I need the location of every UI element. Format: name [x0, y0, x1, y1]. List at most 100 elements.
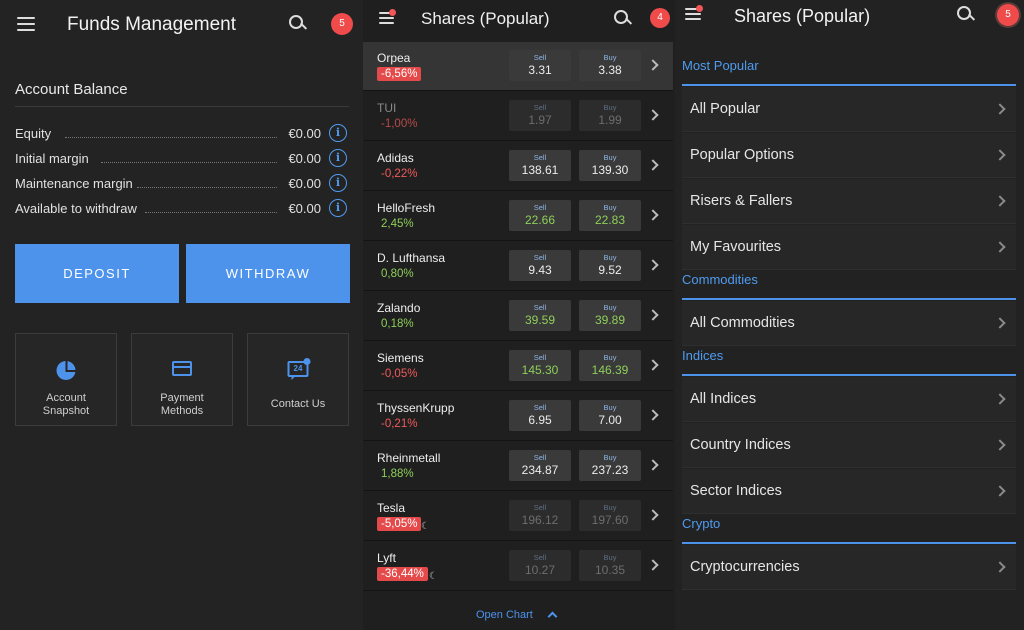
- buy-price: 10.35: [594, 563, 626, 577]
- sell-button[interactable]: Sell 9.43: [509, 250, 571, 281]
- sell-label: Sell: [533, 53, 547, 62]
- chevron-right-icon[interactable]: [647, 409, 659, 421]
- buy-button[interactable]: Buy 237.23: [579, 450, 641, 481]
- balance-row: Available to withdraw €0.00 i: [15, 199, 349, 219]
- deposit-button[interactable]: DEPOSIT: [15, 244, 179, 303]
- buy-button[interactable]: Buy 146.39: [579, 350, 641, 381]
- chevron-up-icon[interactable]: [547, 611, 558, 622]
- share-name: Orpea: [377, 51, 411, 65]
- buy-button[interactable]: Buy 139.30: [579, 150, 641, 181]
- share-row[interactable]: Lyft -36,44% Sell 10.27 Buy 10.35 ☾: [363, 542, 673, 591]
- buy-button[interactable]: Buy 22.83: [579, 200, 641, 231]
- share-row[interactable]: TUI -1,00% Sell 1.97 Buy 1.99: [363, 92, 673, 141]
- buy-price: 39.89: [594, 313, 626, 327]
- open-chart-link[interactable]: Open Chart: [476, 609, 533, 621]
- sell-button[interactable]: Sell 3.31: [509, 50, 571, 81]
- chevron-right-icon[interactable]: [647, 209, 659, 221]
- info-icon[interactable]: i: [329, 124, 347, 142]
- info-icon[interactable]: i: [329, 174, 347, 192]
- buy-label: Buy: [603, 53, 617, 62]
- buy-button[interactable]: Buy 7.00: [579, 400, 641, 431]
- shares-panel: Shares (Popular) 4 Orpea -6,56% Sell 3.31 Bu…: [363, 0, 675, 630]
- sell-button[interactable]: Sell 10.27: [509, 550, 571, 581]
- share-change: -36,44%: [377, 567, 428, 581]
- chevron-right-icon[interactable]: [647, 359, 659, 371]
- sell-button[interactable]: Sell 196.12: [509, 500, 571, 531]
- share-name: D. Lufthansa: [377, 251, 446, 265]
- menu-item[interactable]: Country Indices: [682, 423, 1016, 468]
- chevron-right-icon[interactable]: [647, 159, 659, 171]
- sell-button[interactable]: Sell 1.97: [509, 100, 571, 131]
- contact-us-card[interactable]: 24 Contact Us: [247, 333, 349, 426]
- share-row[interactable]: D. Lufthansa 0,80% Sell 9.43 Buy 9.52: [363, 242, 673, 291]
- menu-item[interactable]: Cryptocurrencies: [682, 545, 1016, 590]
- menu-item-label: Cryptocurrencies: [690, 559, 800, 575]
- share-row[interactable]: Siemens -0,05% Sell 145.30 Buy 146.39: [363, 342, 673, 391]
- share-row[interactable]: HelloFresh 2,45% Sell 22.66 Buy 22.83: [363, 192, 673, 241]
- sell-button[interactable]: Sell 138.61: [509, 150, 571, 181]
- sell-label: Sell: [533, 153, 547, 162]
- sell-label: Sell: [533, 203, 547, 212]
- share-row[interactable]: Zalando 0,18% Sell 39.59 Buy 39.89: [363, 292, 673, 341]
- menu-item[interactable]: All Commodities: [682, 301, 1016, 346]
- page-title: Shares (Popular): [734, 6, 871, 26]
- credit-card-icon: [172, 361, 192, 376]
- info-icon[interactable]: i: [329, 149, 347, 167]
- sell-button[interactable]: Sell 22.66: [509, 200, 571, 231]
- buy-button[interactable]: Buy 197.60: [579, 500, 641, 531]
- share-change: 0,80%: [381, 268, 414, 280]
- menu-item[interactable]: Risers & Fallers: [682, 179, 1016, 224]
- notification-badge[interactable]: 5: [331, 13, 353, 35]
- buy-button[interactable]: Buy 10.35: [579, 550, 641, 581]
- buy-button[interactable]: Buy 9.52: [579, 250, 641, 281]
- sell-price: 1.97: [528, 113, 552, 127]
- withdraw-button[interactable]: WITHDRAW: [186, 244, 350, 303]
- notification-badge[interactable]: 4: [650, 8, 670, 28]
- buy-button[interactable]: Buy 1.99: [579, 100, 641, 131]
- sell-button[interactable]: Sell 234.87: [509, 450, 571, 481]
- share-row[interactable]: Rheinmetall 1,88% Sell 234.87 Buy 237.23: [363, 442, 673, 491]
- moon-icon: ☾: [421, 521, 430, 532]
- sell-button[interactable]: Sell 6.95: [509, 400, 571, 431]
- buy-button[interactable]: Buy 39.89: [579, 300, 641, 331]
- share-row[interactable]: Adidas -0,22% Sell 138.61 Buy 139.30: [363, 142, 673, 191]
- chevron-right-icon[interactable]: [647, 109, 659, 121]
- page-title: Shares (Popular): [421, 9, 550, 28]
- search-icon[interactable]: [614, 10, 632, 28]
- chevron-right-icon[interactable]: [647, 259, 659, 271]
- buy-price: 197.60: [591, 513, 629, 527]
- sell-label: Sell: [533, 503, 547, 512]
- balance-row: Maintenance margin €0.00 i: [15, 174, 349, 194]
- search-icon[interactable]: [957, 6, 975, 24]
- share-change: 2,45%: [381, 218, 414, 230]
- menu-item[interactable]: Sector Indices: [682, 469, 1016, 514]
- menu-item[interactable]: All Popular: [682, 87, 1016, 132]
- share-row[interactable]: Tesla -5,05% Sell 196.12 Buy 197.60 ☾: [363, 492, 673, 541]
- search-icon[interactable]: [289, 15, 307, 33]
- chevron-right-icon[interactable]: [647, 559, 659, 571]
- divider: [15, 106, 349, 107]
- notification-badge[interactable]: 5: [997, 4, 1019, 26]
- sell-button[interactable]: Sell 145.30: [509, 350, 571, 381]
- menu-icon[interactable]: [17, 17, 35, 31]
- chevron-right-icon[interactable]: [647, 59, 659, 71]
- chevron-right-icon[interactable]: [647, 459, 659, 471]
- page-title: Funds Management: [67, 14, 236, 35]
- chevron-right-icon: [994, 103, 1006, 115]
- chevron-right-icon[interactable]: [647, 509, 659, 521]
- menu-item-label: My Favourites: [690, 239, 782, 255]
- menu-item[interactable]: My Favourites: [682, 225, 1016, 270]
- menu-item[interactable]: Popular Options: [682, 133, 1016, 178]
- share-row[interactable]: Orpea -6,56% Sell 3.31 Buy 3.38: [363, 42, 673, 91]
- sell-button[interactable]: Sell 39.59: [509, 300, 571, 331]
- buy-label: Buy: [603, 553, 617, 562]
- share-row[interactable]: ThyssenKrupp -0,21% Sell 6.95 Buy 7.00: [363, 392, 673, 441]
- sell-price: 9.43: [528, 263, 552, 277]
- buy-button[interactable]: Buy 3.38: [579, 50, 641, 81]
- account-snapshot-card[interactable]: Account Snapshot: [15, 333, 117, 426]
- balance-label: Equity: [15, 126, 52, 141]
- payment-methods-card[interactable]: Payment Methods: [131, 333, 233, 426]
- info-icon[interactable]: i: [329, 199, 347, 217]
- menu-item[interactable]: All Indices: [682, 377, 1016, 422]
- chevron-right-icon[interactable]: [647, 309, 659, 321]
